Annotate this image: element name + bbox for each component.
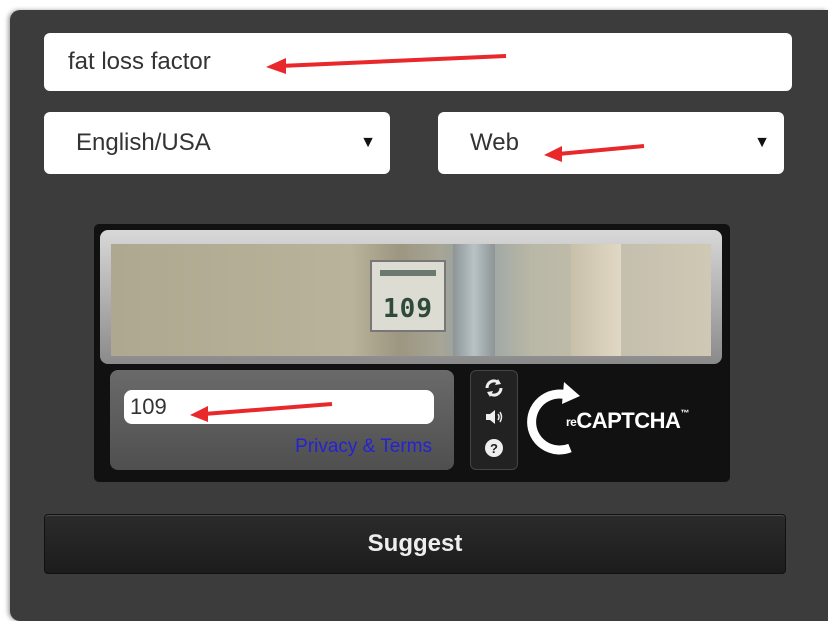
captcha-response-area: 109 Privacy & Terms xyxy=(110,370,454,470)
audio-icon[interactable] xyxy=(471,407,517,432)
recaptcha-logo-text: reCAPTCHA™ xyxy=(566,408,689,433)
recaptcha-widget: 109 109 Privacy & Terms ? reCAPTCHA™ xyxy=(94,224,730,482)
captcha-image-pipe xyxy=(453,244,495,356)
language-select[interactable]: English/USA ▼ xyxy=(44,112,390,174)
recaptcha-logo-icon: reCAPTCHA™ xyxy=(524,374,714,470)
help-icon[interactable]: ? xyxy=(471,437,517,464)
captcha-image-sign-top xyxy=(380,270,436,276)
chevron-down-icon: ▼ xyxy=(360,134,376,151)
privacy-terms-link[interactable]: Privacy & Terms xyxy=(295,436,432,458)
captcha-response-input[interactable]: 109 xyxy=(124,390,434,424)
chevron-down-icon: ▼ xyxy=(754,134,770,151)
captcha-response-value: 109 xyxy=(130,394,167,419)
captcha-image-frame: 109 xyxy=(100,230,722,364)
search-type-select[interactable]: Web ▼ xyxy=(438,112,784,174)
suggest-button-label: Suggest xyxy=(367,530,463,557)
refresh-icon[interactable] xyxy=(471,377,517,404)
captcha-image-wall xyxy=(571,244,621,356)
search-type-select-value: Web xyxy=(470,129,519,156)
captcha-image-number: 109 xyxy=(383,294,433,324)
suggest-button[interactable]: Suggest xyxy=(44,514,786,574)
svg-text:?: ? xyxy=(490,441,498,456)
language-select-value: English/USA xyxy=(76,129,211,156)
keyword-input[interactable]: fat loss factor xyxy=(44,33,792,91)
captcha-controls: ? xyxy=(470,370,518,470)
captcha-image-sign: 109 xyxy=(370,260,446,332)
captcha-image: 109 xyxy=(111,244,711,356)
keyword-input-value: fat loss factor xyxy=(68,48,211,75)
